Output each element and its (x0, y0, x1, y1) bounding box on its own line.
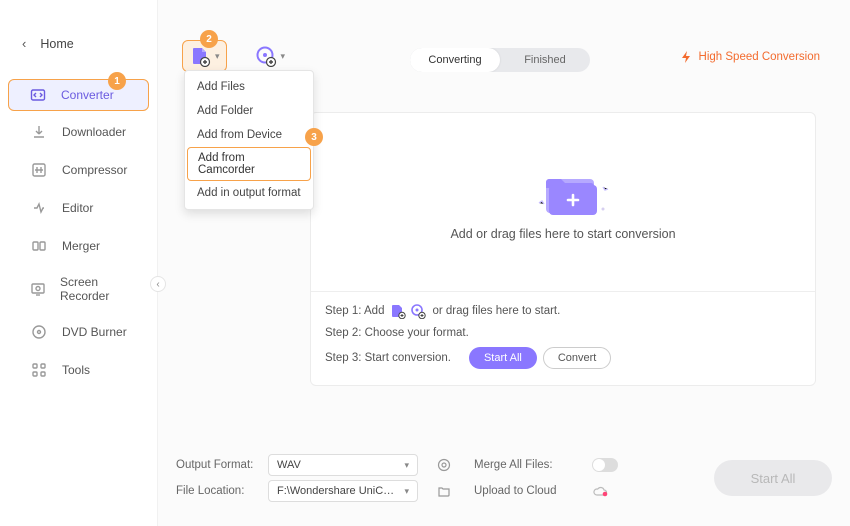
converter-icon (29, 86, 47, 104)
file-location-label: File Location: (176, 485, 260, 497)
sidebar-item-downloader[interactable]: Downloader (8, 115, 149, 149)
start-all-button[interactable]: Start All (469, 347, 537, 369)
sidebar-back-label: Home (40, 37, 73, 51)
editor-icon (30, 199, 48, 217)
step3: Step 3: Start conversion. (325, 352, 451, 364)
sidebar-item-label: Merger (62, 239, 100, 253)
cloud-icon[interactable] (592, 483, 608, 499)
high-speed-conversion[interactable]: High Speed Conversion (679, 50, 820, 64)
downloader-icon (30, 123, 48, 141)
sidebar-item-compressor[interactable]: Compressor (8, 153, 149, 187)
compressor-icon (30, 161, 48, 179)
callout-badge-2: 2 (200, 30, 218, 48)
add-file-dropdown: Add Files Add Folder Add from Device Add… (184, 70, 314, 210)
output-format-value: WAV (277, 459, 301, 471)
sidebar-item-label: Screen Recorder (60, 275, 139, 303)
sidebar-item-merger[interactable]: Merger (8, 229, 149, 263)
output-format-label: Output Format: (176, 459, 260, 471)
dvd-burner-icon (30, 323, 48, 341)
caret-down-icon: ▾ (215, 51, 220, 62)
sidebar-item-label: DVD Burner (62, 325, 127, 339)
drop-panel: Add or drag files here to start conversi… (310, 112, 816, 386)
sidebar-item-tools[interactable]: Tools (8, 353, 149, 387)
output-format-select[interactable]: WAV▾ (268, 454, 418, 476)
add-disc-button[interactable]: ▾ (249, 41, 292, 71)
sidebar: ‹ Home Converter Downloader Compressor E… (0, 0, 158, 526)
caret-down-icon: ▾ (281, 51, 286, 62)
sidebar-item-label: Compressor (62, 163, 127, 177)
status-segmented-control: Converting Finished (410, 48, 590, 72)
sidebar-item-label: Downloader (62, 125, 126, 139)
convert-button[interactable]: Convert (543, 347, 612, 369)
step2: Step 2: Choose your format. (325, 327, 469, 339)
steps: Step 1: Add or drag files here to start.… (325, 303, 801, 377)
drop-message: Add or drag files here to start conversi… (311, 227, 815, 241)
tab-converting[interactable]: Converting (410, 48, 500, 72)
toolbar: ▾ ▾ (182, 40, 291, 72)
step1-prefix: Step 1: Add (325, 305, 384, 317)
hsc-label: High Speed Conversion (699, 51, 820, 63)
sidebar-item-converter[interactable]: Converter (8, 79, 149, 111)
file-location-select[interactable]: F:\Wondershare UniConverter 1▾ (268, 480, 418, 502)
sidebar-item-label: Tools (62, 363, 90, 377)
screen-recorder-icon (30, 280, 46, 298)
main-area: ▾ ▾ Converting Finished High Speed Conve… (158, 0, 850, 526)
callout-badge-1: 1 (108, 72, 126, 90)
sidebar-back[interactable]: ‹ Home (0, 28, 157, 59)
step1-suffix: or drag files here to start. (432, 305, 560, 317)
sidebar-item-label: Converter (61, 88, 114, 102)
dropdown-item-add-from-camcorder[interactable]: Add from Camcorder (187, 147, 311, 181)
settings-icon[interactable] (436, 457, 452, 473)
footer: Output Format: WAV▾ Merge All Files: Sta… (176, 452, 832, 512)
panel-divider (311, 291, 815, 292)
file-location-value: F:\Wondershare UniConverter 1 (277, 485, 397, 497)
callout-badge-3: 3 (305, 128, 323, 146)
tab-finished[interactable]: Finished (500, 48, 590, 72)
merger-icon (30, 237, 48, 255)
step1-icons (390, 303, 426, 319)
sidebar-collapse-handle[interactable]: ‹ (150, 276, 166, 292)
dropdown-item-add-from-device[interactable]: Add from Device (185, 123, 313, 147)
upload-cloud-label: Upload to Cloud (474, 485, 584, 497)
dropdown-item-add-in-output-format[interactable]: Add in output format (185, 181, 313, 205)
tools-icon (30, 361, 48, 379)
sidebar-item-screen-recorder[interactable]: Screen Recorder (8, 267, 149, 311)
start-all-main-button[interactable]: Start All (714, 460, 832, 496)
dropdown-item-add-folder[interactable]: Add Folder (185, 99, 313, 123)
open-folder-icon[interactable] (436, 483, 452, 499)
dropdown-item-add-files[interactable]: Add Files (185, 75, 313, 99)
merge-label: Merge All Files: (474, 459, 584, 471)
merge-toggle[interactable] (592, 458, 618, 472)
sidebar-item-label: Editor (62, 201, 93, 215)
chevron-left-icon: ‹ (22, 36, 26, 51)
sidebar-item-editor[interactable]: Editor (8, 191, 149, 225)
sidebar-item-dvd-burner[interactable]: DVD Burner (8, 315, 149, 349)
drop-zone[interactable]: Add or drag files here to start conversi… (311, 113, 815, 241)
folder-plus-icon (531, 163, 595, 211)
